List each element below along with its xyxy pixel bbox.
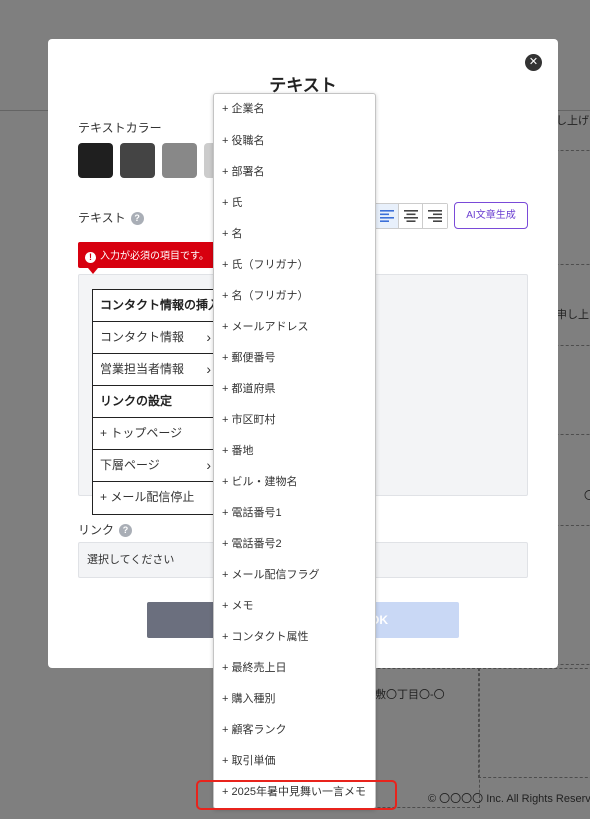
- menu-item-unsubscribe[interactable]: + メール配信停止: [93, 482, 215, 514]
- field-unit-price[interactable]: + 取引単価: [214, 746, 375, 777]
- align-right-icon[interactable]: [423, 204, 447, 228]
- field-phone-2[interactable]: + 電話番号2: [214, 529, 375, 560]
- close-icon[interactable]: ✕: [525, 54, 542, 71]
- chevron-right-icon: ›: [206, 361, 211, 377]
- text-label: テキスト?: [78, 209, 144, 226]
- field-department[interactable]: + 部署名: [214, 157, 375, 188]
- help-icon[interactable]: ?: [130, 212, 144, 225]
- field-postal-code[interactable]: + 郵便番号: [214, 343, 375, 374]
- menu-heading-contact-insert: コンタクト情報の挿入: [93, 290, 215, 322]
- align-left-icon[interactable]: [375, 204, 399, 228]
- field-email[interactable]: + メールアドレス: [214, 312, 375, 343]
- link-label: リンク?: [78, 521, 133, 538]
- help-icon[interactable]: ?: [119, 524, 133, 537]
- field-job-title[interactable]: + 役職名: [214, 126, 375, 157]
- error-message: 入力が必須の項目です。: [100, 251, 209, 262]
- menu-item-sales-rep-info[interactable]: 営業担当者情報 ›: [93, 354, 215, 386]
- field-first-name-kana[interactable]: + 名（フリガナ）: [214, 281, 375, 312]
- field-building[interactable]: + ビル・建物名: [214, 467, 375, 498]
- alignment-buttons: [374, 203, 448, 229]
- text-label-text: テキスト: [78, 211, 126, 225]
- link-label-text: リンク: [78, 523, 115, 537]
- field-phone-1[interactable]: + 電話番号1: [214, 498, 375, 529]
- menu-item-label: コンタクト情報: [100, 330, 185, 344]
- field-summer-greeting-memo[interactable]: + 2025年暑中見舞い一言メモ: [214, 777, 375, 808]
- menu-item-sub-page[interactable]: 下層ページ ›: [93, 450, 215, 482]
- field-prefecture[interactable]: + 都道府県: [214, 374, 375, 405]
- required-error-badge: ! 入力が必須の項目です。: [78, 242, 217, 274]
- field-company-name[interactable]: + 企業名: [214, 94, 375, 126]
- menu-item-label: 営業担当者情報: [100, 362, 185, 376]
- field-city[interactable]: + 市区町村: [214, 405, 375, 436]
- field-mail-flag[interactable]: + メール配信フラグ: [214, 560, 375, 591]
- color-swatch-gray[interactable]: [162, 143, 197, 178]
- error-icon: !: [85, 252, 96, 263]
- color-swatch-black[interactable]: [78, 143, 113, 178]
- field-first-name[interactable]: + 名: [214, 219, 375, 250]
- field-last-name-kana[interactable]: + 氏（フリガナ）: [214, 250, 375, 281]
- field-last-name[interactable]: + 氏: [214, 188, 375, 219]
- menu-item-label: 下層ページ: [100, 458, 160, 472]
- color-swatch-dark-gray[interactable]: [120, 143, 155, 178]
- menu-item-contact-info[interactable]: コンタクト情報 ›: [93, 322, 215, 354]
- field-purchase-type[interactable]: + 購入種別: [214, 684, 375, 715]
- contact-fields-dropdown: + 企業名 + 役職名 + 部署名 + 氏 + 名 + 氏（フリガナ） + 名（…: [213, 93, 376, 809]
- chevron-right-icon: ›: [206, 329, 211, 345]
- field-contact-attribute[interactable]: + コンタクト属性: [214, 622, 375, 653]
- chevron-right-icon: ›: [206, 457, 211, 473]
- insert-context-menu: コンタクト情報の挿入 コンタクト情報 › 営業担当者情報 › リンクの設定 + トッ…: [92, 289, 216, 515]
- field-customer-rank[interactable]: + 顧客ランク: [214, 715, 375, 746]
- menu-item-top-page[interactable]: + トップページ: [93, 418, 215, 450]
- ai-generate-button[interactable]: AI文章生成: [454, 202, 528, 229]
- text-color-label: テキストカラー: [78, 121, 162, 135]
- field-last-sale-date[interactable]: + 最終売上日: [214, 653, 375, 684]
- field-street[interactable]: + 番地: [214, 436, 375, 467]
- align-center-icon[interactable]: [399, 204, 423, 228]
- field-memo[interactable]: + メモ: [214, 591, 375, 622]
- menu-heading-link-settings: リンクの設定: [93, 386, 215, 418]
